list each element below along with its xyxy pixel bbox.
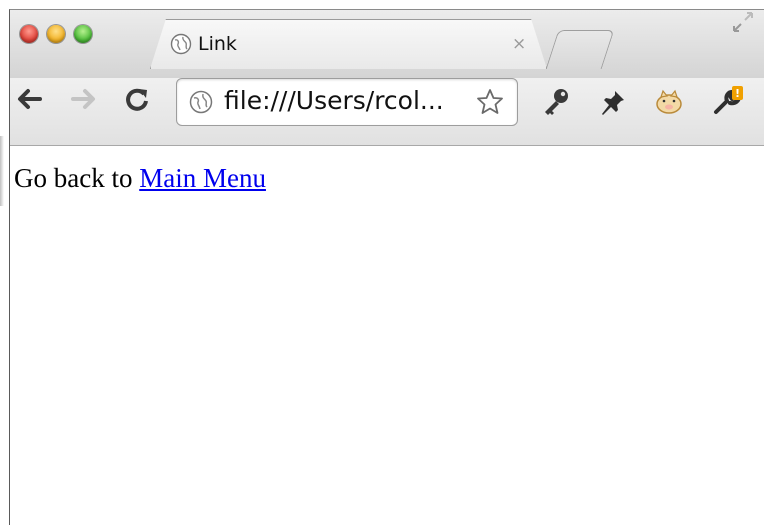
page-viewport (10, 146, 764, 525)
forward-arrow-icon (71, 89, 95, 109)
close-window-button[interactable] (20, 25, 38, 43)
minimize-window-button[interactable] (47, 25, 65, 43)
go-back-text: Go back to (14, 163, 140, 193)
update-badge-text: ! (735, 87, 740, 100)
wrench-icon: ! (714, 86, 743, 114)
wrench-menu-button[interactable]: ! (712, 86, 744, 118)
globe-icon (170, 33, 192, 55)
back-button[interactable] (14, 84, 44, 114)
tab-close-icon[interactable]: × (512, 34, 526, 54)
page-info-globe-icon[interactable] (189, 90, 213, 114)
zoom-window-button[interactable] (74, 25, 92, 43)
tab-title: Link (198, 33, 237, 55)
page-edge-shadow (0, 136, 4, 206)
forward-button[interactable] (69, 84, 99, 114)
star-icon[interactable] (476, 88, 504, 116)
piggy-bank-icon[interactable] (653, 86, 685, 118)
fullscreen-icon[interactable] (731, 10, 755, 34)
page-content: Go back to Main Menu (14, 161, 266, 195)
reload-icon (126, 88, 148, 111)
key-icon[interactable] (540, 86, 572, 118)
address-text[interactable]: file:///Users/rcol... (224, 86, 444, 116)
reload-button[interactable] (122, 84, 152, 114)
back-arrow-icon (18, 89, 42, 109)
main-menu-link[interactable]: Main Menu (139, 163, 266, 193)
pushpin-icon[interactable] (597, 86, 629, 118)
